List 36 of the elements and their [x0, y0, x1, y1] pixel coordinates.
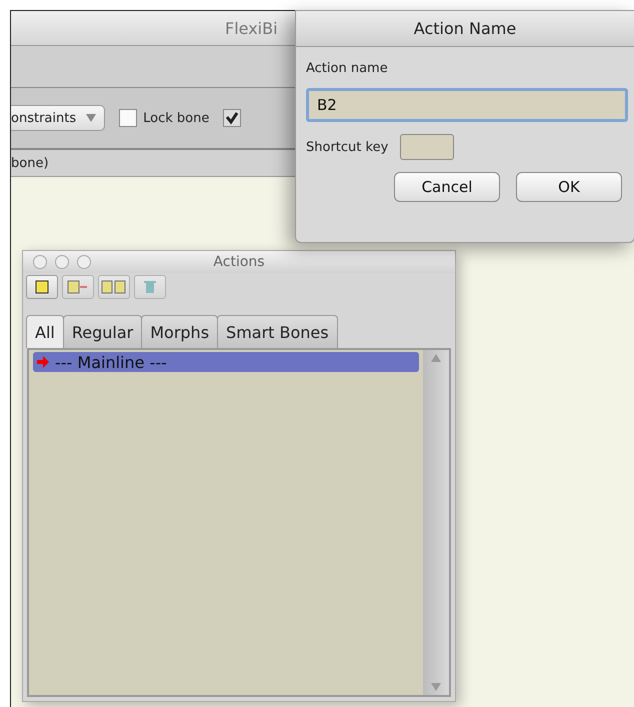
window-title: Actions [213, 254, 265, 270]
scroll-down-icon[interactable] [431, 683, 441, 691]
tab[interactable]: All [26, 315, 64, 348]
two-documents-icon [101, 280, 127, 294]
shortcut-key-field[interactable] [400, 134, 454, 160]
status-text: bone) [11, 156, 49, 170]
action-name-field[interactable]: B2 [306, 88, 628, 122]
dialog-title: Action Name [414, 19, 516, 38]
window-title: FlexiBi [225, 18, 278, 38]
window-control-icon[interactable] [77, 255, 91, 269]
window-control-icon[interactable] [33, 255, 47, 269]
field-label: Action name [306, 61, 389, 76]
action-name: --- Mainline --- [55, 352, 167, 372]
checkbox[interactable] [223, 109, 242, 127]
checkbox[interactable] [119, 109, 138, 127]
checkbox-label: Lock bone [143, 110, 210, 126]
cancel-button[interactable]: Cancel [394, 172, 500, 202]
document-arrow-icon [67, 280, 89, 294]
document-icon [35, 280, 49, 294]
checkmark-icon [225, 111, 240, 125]
scroll-up-icon[interactable] [431, 354, 441, 362]
ok-button[interactable]: OK [516, 172, 622, 202]
tab[interactable]: Smart Bones [217, 315, 338, 348]
constraints-dropdown[interactable]: onstraints [11, 105, 106, 131]
action-list-item[interactable]: --- Mainline --- [33, 352, 419, 372]
field-label: Shortcut key [306, 140, 388, 154]
caret-icon [86, 114, 96, 122]
window-control-icon[interactable] [55, 255, 69, 269]
new-action-button[interactable] [26, 275, 58, 299]
trash-icon [144, 280, 156, 294]
arrow-icon [37, 356, 49, 368]
rename-action-button[interactable] [62, 275, 94, 299]
delete-button[interactable] [134, 275, 166, 299]
tab[interactable]: Morphs [141, 315, 218, 348]
copy-action-button[interactable] [98, 275, 130, 299]
tab[interactable]: Regular [62, 315, 142, 348]
